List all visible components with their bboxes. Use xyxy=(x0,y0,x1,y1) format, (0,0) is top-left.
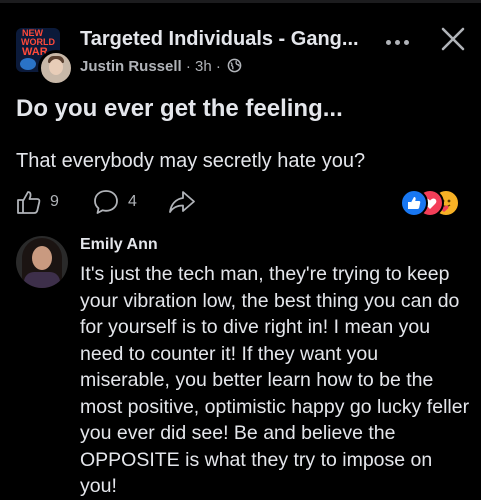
author-avatar[interactable] xyxy=(38,50,74,86)
close-icon[interactable] xyxy=(440,26,466,52)
avatar-face xyxy=(32,246,52,270)
post-meta: Justin Russell · 3h · xyxy=(80,58,242,75)
avatar-face xyxy=(49,59,63,75)
post-actions: 9 4 xyxy=(16,185,466,219)
dot xyxy=(386,40,391,45)
post-time[interactable]: 3h xyxy=(195,58,212,75)
comment: Emily Ann It's just the tech man, they'r… xyxy=(16,236,476,500)
reactions-summary[interactable] xyxy=(400,189,470,217)
like-count: 9 xyxy=(50,193,59,210)
like-button[interactable]: 9 xyxy=(16,185,72,219)
comment-icon xyxy=(94,190,118,214)
comment-text: It's just the tech man, they're trying t… xyxy=(80,263,470,497)
dot xyxy=(395,40,400,45)
more-options-icon[interactable] xyxy=(384,32,416,52)
post-title: Do you ever get the feeling... xyxy=(16,95,343,122)
avatar-shirt xyxy=(24,272,60,288)
like-icon xyxy=(17,191,41,214)
like-reaction-icon xyxy=(400,189,428,217)
globe-graphic xyxy=(20,58,36,70)
share-icon xyxy=(169,191,195,213)
meta-separator: · xyxy=(181,58,196,75)
meta-separator-2: · xyxy=(211,58,226,75)
comment-count: 4 xyxy=(128,193,137,210)
share-button[interactable] xyxy=(168,185,200,219)
post-author[interactable]: Justin Russell xyxy=(80,58,182,75)
commenter-name[interactable]: Emily Ann xyxy=(80,236,158,254)
top-divider xyxy=(0,0,481,3)
post-header: NEW WORLD WAR Targeted Individuals - Gan… xyxy=(16,22,476,86)
group-avatar-stack[interactable]: NEW WORLD WAR xyxy=(16,28,74,86)
public-audience-icon xyxy=(227,58,242,73)
comment-button[interactable]: 4 xyxy=(92,185,152,219)
commenter-avatar[interactable] xyxy=(16,236,68,288)
post-body: That everybody may secretly hate you? xyxy=(16,150,366,172)
group-name[interactable]: Targeted Individuals - Gang... xyxy=(80,28,380,51)
dot xyxy=(404,40,409,45)
